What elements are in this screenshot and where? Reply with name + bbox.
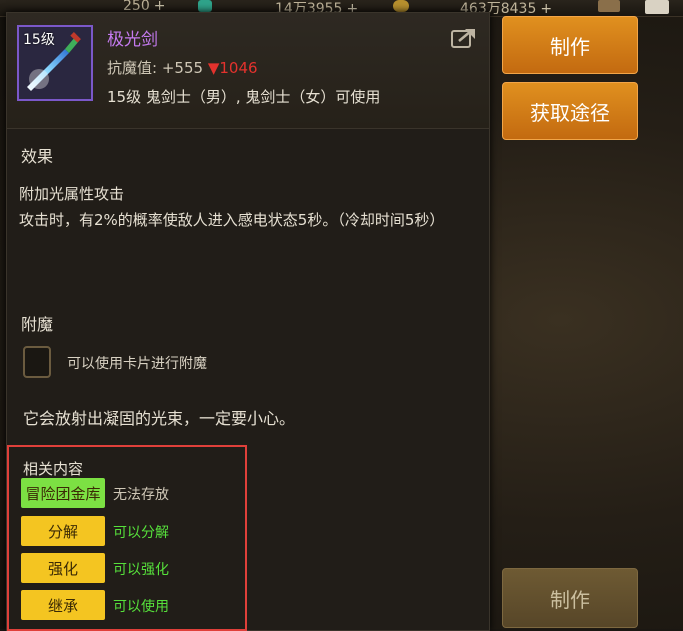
- inherit-status: 可以使用: [113, 599, 169, 615]
- chest-icon[interactable]: [598, 0, 620, 12]
- acquire-source-button[interactable]: 获取途径: [502, 82, 638, 140]
- item-header: 15级 极光剑 抗魔值: +555 ▼1046 15级 鬼剑士（男）, 鬼剑士（…: [7, 13, 489, 129]
- item-level-badge: 15级: [23, 32, 55, 48]
- effect-title: 效果: [21, 147, 54, 166]
- item-stat: 抗魔值: +555 ▼1046: [107, 57, 258, 78]
- item-name: 极光剑: [107, 30, 158, 50]
- share-icon[interactable]: [451, 27, 477, 49]
- inherit-button[interactable]: 继承: [21, 590, 105, 620]
- enchant-card-slot[interactable]: [23, 346, 51, 378]
- item-requirement: 15级 鬼剑士（男）, 鬼剑士（女）可使用: [107, 88, 381, 106]
- related-title: 相关内容: [23, 460, 84, 478]
- stat-value: +555: [161, 59, 204, 77]
- gem-icon: [198, 0, 212, 12]
- reinforce-button[interactable]: 强化: [21, 553, 105, 583]
- enchant-hint: 可以使用卡片进行附魔: [67, 356, 207, 372]
- disassemble-button[interactable]: 分解: [21, 516, 105, 546]
- coin-icon: [393, 0, 409, 12]
- craft-button-bottom[interactable]: 制作: [502, 568, 638, 628]
- item-tooltip-panel: 15级 极光剑 抗魔值: +555 ▼1046 15级 鬼剑士（男）, 鬼剑士（…: [6, 12, 490, 631]
- effect-line-1: 附加光属性攻击: [19, 185, 125, 203]
- item-icon: 15级: [17, 25, 93, 101]
- adventure-vault-status: 无法存放: [113, 487, 169, 503]
- enchant-title: 附魔: [21, 315, 54, 334]
- adventure-vault-button[interactable]: 冒险团金库: [21, 478, 105, 508]
- stat-diff: ▼1046: [207, 59, 258, 77]
- mail-icon[interactable]: [645, 0, 669, 14]
- effect-line-2: 攻击时，有2%的概率使敌人进入感电状态5秒。（冷却时间5秒）: [19, 211, 445, 229]
- currency-3-add-button[interactable]: +: [540, 1, 552, 17]
- craft-button[interactable]: 制作: [502, 16, 638, 74]
- disassemble-status: 可以分解: [113, 525, 169, 541]
- item-flavor-text: 它会放射出凝固的光束，一定要小心。: [23, 409, 296, 428]
- stat-label: 抗魔值:: [107, 59, 158, 77]
- reinforce-status: 可以强化: [113, 562, 169, 578]
